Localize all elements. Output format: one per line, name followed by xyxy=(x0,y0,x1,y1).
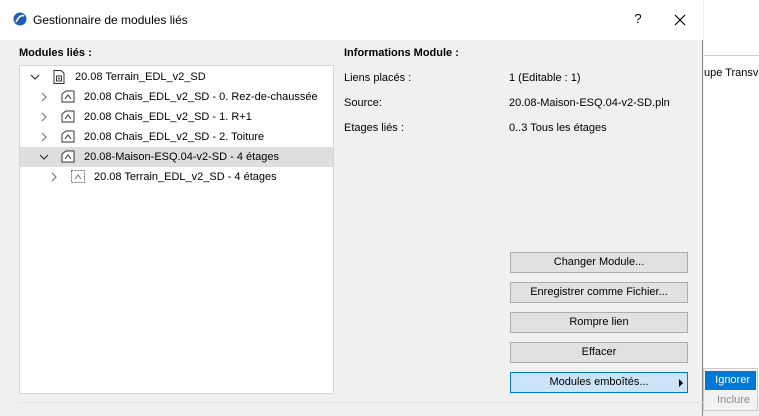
footer-divider xyxy=(19,402,703,403)
tree-row[interactable]: 20.08-Maison-ESQ.04-v2-SD - 4 étages xyxy=(20,147,333,167)
tree-row[interactable]: 20.08 Terrain_EDL_v2_SD xyxy=(20,67,333,87)
window-title: Gestionnaire de modules liés xyxy=(33,13,188,27)
break-link-button[interactable]: Rompre lien xyxy=(510,312,688,333)
info-value: 0..3 Tous les étages xyxy=(509,122,607,134)
nested-modules-submenu: Ignorer Inclure xyxy=(703,368,758,411)
chevron-right-icon[interactable] xyxy=(39,132,49,142)
background-column-header: upe Transv xyxy=(704,67,759,79)
background-application: upe Transv xyxy=(704,0,759,416)
background-toolbar-divider xyxy=(704,55,759,56)
tree-row-label: 20.08 Terrain_EDL_v2_SD xyxy=(75,71,206,83)
ignore-menu-item[interactable]: Ignorer xyxy=(705,371,756,390)
include-menu-item[interactable]: Inclure xyxy=(705,391,756,410)
linked-module-icon xyxy=(61,150,75,163)
tree-row-label: 20.08-Maison-ESQ.04-v2-SD - 4 étages xyxy=(84,151,280,163)
change-module-button[interactable]: Changer Module... xyxy=(510,252,688,273)
linked-module-icon xyxy=(61,110,75,123)
tree-row[interactable]: 20.08 Chais_EDL_v2_SD - 2. Toiture xyxy=(20,127,333,147)
module-tree[interactable]: 20.08 Terrain_EDL_v2_SD 20.08 Chais_EDL_v… xyxy=(19,65,334,394)
chevron-right-icon[interactable] xyxy=(39,112,49,122)
module-info-label: Informations Module : xyxy=(344,47,459,59)
nested-modules-label: Modules emboîtés... xyxy=(549,376,649,388)
tree-row-label: 20.08 Terrain_EDL_v2_SD - 4 étages xyxy=(94,171,277,183)
chevron-right-icon[interactable] xyxy=(49,172,59,182)
linked-modules-dialog: Gestionnaire de modules liés ? Modules l… xyxy=(0,0,703,416)
save-as-file-button[interactable]: Enregistrer comme Fichier... xyxy=(510,282,688,303)
chevron-down-icon[interactable] xyxy=(39,152,49,162)
info-key: Liens placés : xyxy=(344,72,412,84)
tree-row[interactable]: 20.08 Terrain_EDL_v2_SD - 4 étages xyxy=(20,167,333,187)
delete-button[interactable]: Effacer xyxy=(510,342,688,363)
tree-row-label: 20.08 Chais_EDL_v2_SD - 1. R+1 xyxy=(84,111,252,123)
tree-row-label: 20.08 Chais_EDL_v2_SD - 2. Toiture xyxy=(84,131,265,143)
nested-module-icon xyxy=(71,170,85,183)
nested-modules-button[interactable]: Modules emboîtés... xyxy=(510,372,688,393)
module-file-icon xyxy=(52,70,66,84)
submenu-arrow-icon xyxy=(679,379,683,387)
tree-row-label: 20.08 Chais_EDL_v2_SD - 0. Rez-de-chauss… xyxy=(84,91,318,103)
info-key: Etages liés : xyxy=(344,122,404,134)
tree-row[interactable]: 20.08 Chais_EDL_v2_SD - 0. Rez-de-chauss… xyxy=(20,87,333,107)
chevron-right-icon[interactable] xyxy=(39,92,49,102)
linked-modules-label: Modules liés : xyxy=(19,47,92,59)
linked-module-icon xyxy=(61,90,75,103)
linked-module-icon xyxy=(61,130,75,143)
info-value: 20.08-Maison-ESQ.04-v2-SD.pln xyxy=(509,97,670,109)
archicad-app-icon xyxy=(13,12,27,26)
tree-row[interactable]: 20.08 Chais_EDL_v2_SD - 1. R+1 xyxy=(20,107,333,127)
chevron-down-icon[interactable] xyxy=(30,72,40,82)
close-icon[interactable] xyxy=(668,8,692,32)
info-key: Source: xyxy=(344,97,382,109)
help-button[interactable]: ? xyxy=(629,8,647,30)
info-value: 1 (Editable : 1) xyxy=(509,72,581,84)
title-bar[interactable]: Gestionnaire de modules liés ? xyxy=(0,0,703,40)
